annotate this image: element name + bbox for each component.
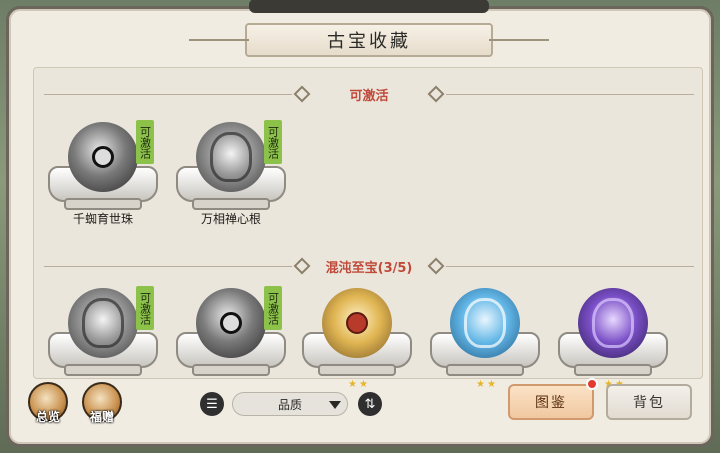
orb-eye-icon [196, 288, 266, 358]
treasure-name: 万相禅心根 [200, 212, 261, 226]
title-plate: 古宝收藏 [189, 23, 549, 57]
ornament-diamond-icon [427, 257, 445, 275]
activatable-badge: 可激活 [264, 286, 282, 330]
bag-tab[interactable]: 背包 [606, 384, 692, 420]
star-icon: ★ [487, 379, 496, 390]
treasure-name: 千蜘育世珠 [72, 212, 133, 226]
section-header-activatable: 可激活 [44, 82, 694, 106]
treasure-card[interactable]: ★★ [298, 284, 416, 394]
treasure-card[interactable]: 可激活 [44, 284, 162, 394]
gift-label: 福赠 [89, 410, 114, 424]
bag-tab-label: 背包 [633, 395, 665, 411]
ornament-diamond-icon [293, 85, 311, 103]
treasure-card[interactable]: 可激活 千蜘育世珠 [44, 118, 162, 228]
activatable-badge: 可激活 [264, 120, 282, 164]
star-rating: ★★ [466, 380, 506, 390]
orb-wisp-icon [196, 122, 266, 192]
gallery-tab-label: 图鉴 [535, 395, 567, 411]
filter-list-icon[interactable]: ☰ [200, 392, 224, 416]
orb-vortex-icon [578, 288, 648, 358]
collection-window: 古宝收藏 可激活 可激活 千蜘育世珠 可激活 万相禅心根 混沌至宝(3/5) 可… [6, 0, 714, 447]
orb-eye-icon [68, 122, 138, 192]
treasure-card[interactable]: ★★ [554, 284, 672, 394]
title-wing-left [189, 39, 249, 41]
notification-dot-icon [586, 378, 598, 390]
top-ornament [249, 0, 489, 13]
orb-cloud-icon [450, 288, 520, 358]
treasure-card[interactable]: 可激活 [172, 284, 290, 394]
star-icon: ★ [359, 379, 368, 390]
activatable-badge: 可激活 [136, 120, 154, 164]
ornament-diamond-icon [427, 85, 445, 103]
section-header-chaos: 混沌至宝(3/5) [44, 254, 694, 278]
overview-label: 总览 [35, 410, 60, 424]
star-rating: ★★ [338, 380, 378, 390]
sort-dropdown-value: 品质 [277, 397, 302, 412]
section-label: 混沌至宝(3/5) [325, 260, 413, 276]
title-wing-right [489, 39, 549, 41]
sort-dropdown[interactable]: 品质 [232, 392, 348, 416]
star-icon: ★ [476, 379, 485, 390]
activatable-badge: 可激活 [136, 286, 154, 330]
treasure-card[interactable]: ★★ [426, 284, 544, 394]
section-label: 可激活 [349, 88, 389, 104]
ornament-diamond-icon [293, 257, 311, 275]
chevron-down-icon [329, 401, 341, 409]
gallery-tab[interactable]: 图鉴 [508, 384, 594, 420]
orb-wisp-icon [68, 288, 138, 358]
collection-panel: 可激活 可激活 千蜘育世珠 可激活 万相禅心根 混沌至宝(3/5) 可激活 可激… [33, 67, 703, 390]
star-icon: ★ [348, 379, 357, 390]
treasure-card[interactable]: 可激活 万相禅心根 [172, 118, 290, 228]
sort-order-icon[interactable]: ⇅ [358, 392, 382, 416]
orb-demon-icon [322, 288, 392, 358]
page-title: 古宝收藏 [327, 31, 411, 52]
